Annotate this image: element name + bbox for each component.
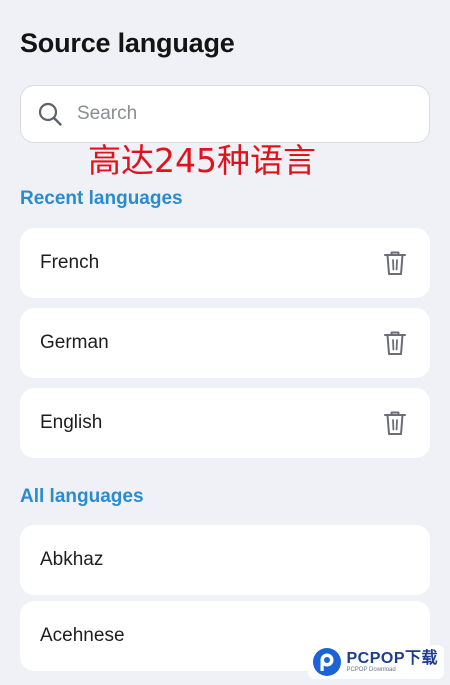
language-label: German bbox=[40, 332, 109, 353]
language-label: Acehnese bbox=[40, 625, 125, 646]
trash-icon[interactable] bbox=[382, 249, 408, 277]
watermark-subtext: PCPOP Download bbox=[346, 667, 396, 673]
search-input[interactable] bbox=[75, 102, 399, 126]
overlay-caption: 高达245种语言 bbox=[88, 141, 316, 180]
language-label: French bbox=[40, 252, 100, 273]
search-icon bbox=[38, 102, 62, 126]
watermark: PCPOP下载 PCPOP Download bbox=[308, 645, 444, 679]
pcpop-logo-icon bbox=[313, 648, 342, 676]
recent-language-item-english[interactable]: English bbox=[20, 388, 430, 458]
language-label: English bbox=[40, 412, 103, 433]
recent-language-item-german[interactable]: German bbox=[20, 308, 430, 378]
trash-icon[interactable] bbox=[382, 409, 408, 437]
language-label: Abkhaz bbox=[40, 549, 104, 570]
language-item-abkhaz[interactable]: Abkhaz bbox=[20, 525, 430, 595]
recent-language-item-french[interactable]: French bbox=[20, 228, 430, 298]
trash-icon[interactable] bbox=[382, 329, 408, 357]
language-picker-screen: Source language 高达245种语言 Recent language… bbox=[0, 0, 450, 685]
recent-languages-heading: Recent languages bbox=[20, 188, 183, 209]
all-languages-heading: All languages bbox=[20, 486, 144, 507]
page-title: Source language bbox=[20, 28, 235, 58]
watermark-text: PCPOP下载 bbox=[346, 650, 438, 667]
